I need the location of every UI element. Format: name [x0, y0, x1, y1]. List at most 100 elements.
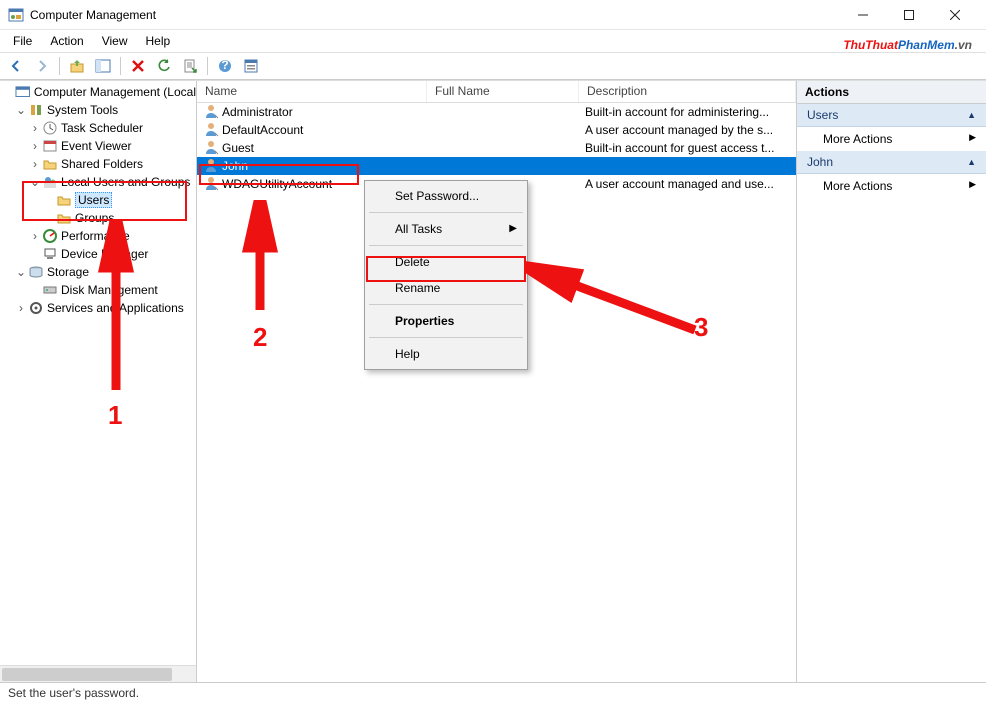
list-row[interactable]: Administrator Built-in account for admin… [197, 103, 796, 121]
tree-local-users-groups[interactable]: Local Users and Groups [61, 175, 190, 189]
tree-disk-management[interactable]: Disk Management [61, 283, 158, 297]
expander-icon[interactable] [2, 85, 15, 99]
actions-section-john[interactable]: John▲ [797, 151, 986, 174]
submenu-arrow-icon: ▶ [509, 223, 517, 234]
status-bar: Set the user's password. [0, 682, 986, 704]
tree-performance[interactable]: Performance [61, 229, 130, 243]
ctx-set-password[interactable]: Set Password... [367, 183, 525, 209]
folder-icon [56, 210, 72, 226]
close-button[interactable] [932, 0, 978, 30]
app-icon [8, 7, 24, 23]
menu-separator [369, 337, 523, 338]
up-button[interactable] [65, 55, 89, 77]
back-button[interactable] [4, 55, 28, 77]
tree-pane: Computer Management (Local System Tools … [0, 81, 197, 682]
column-header-name[interactable]: Name [197, 81, 427, 102]
user-icon [203, 157, 219, 176]
toolbar: ? [0, 52, 986, 80]
collapse-caret-icon: ▲ [967, 110, 976, 120]
expander-icon [28, 247, 42, 261]
list-header: Name Full Name Description [197, 81, 796, 103]
event-viewer-icon [42, 138, 58, 154]
user-icon [203, 139, 219, 158]
cell-name: WDAGUtilityAccount [222, 177, 332, 191]
expander-icon[interactable] [14, 265, 28, 279]
actions-header: Actions [797, 81, 986, 104]
expander-icon[interactable] [14, 103, 28, 117]
titlebar: Computer Management [0, 0, 986, 30]
performance-icon [42, 228, 58, 244]
menu-file[interactable]: File [6, 32, 39, 50]
list-pane: Name Full Name Description Administrator… [197, 81, 797, 682]
user-icon [203, 121, 219, 140]
folder-icon [56, 192, 72, 208]
tree-services-apps[interactable]: Services and Applications [47, 301, 184, 315]
tree-storage[interactable]: Storage [47, 265, 89, 279]
tree-system-tools[interactable]: System Tools [47, 103, 118, 117]
properties-button[interactable] [239, 55, 263, 77]
column-header-fullname[interactable]: Full Name [427, 81, 579, 102]
user-icon [203, 103, 219, 122]
menu-view[interactable]: View [95, 32, 135, 50]
tree-groups[interactable]: Groups [75, 211, 114, 225]
ctx-properties[interactable]: Properties [367, 308, 525, 334]
navigation-tree[interactable]: Computer Management (Local System Tools … [0, 83, 196, 317]
task-scheduler-icon [42, 120, 58, 136]
action-more-users[interactable]: More Actions▶ [797, 127, 986, 151]
action-more-john[interactable]: More Actions▶ [797, 174, 986, 198]
expander-icon[interactable] [28, 139, 42, 153]
menu-separator [369, 304, 523, 305]
expander-icon[interactable] [28, 157, 42, 171]
menu-separator [369, 245, 523, 246]
expander-icon[interactable] [28, 121, 42, 135]
computer-management-icon [15, 84, 30, 100]
tree-task-scheduler[interactable]: Task Scheduler [61, 121, 143, 135]
cell-description: Built-in account for administering... [579, 105, 796, 119]
horizontal-scrollbar[interactable] [0, 665, 196, 682]
user-icon [203, 175, 219, 194]
cell-name: DefaultAccount [222, 123, 303, 137]
tree-users[interactable]: Users [75, 192, 112, 208]
tree-device-manager[interactable]: Device Manager [61, 247, 148, 261]
cell-name: Guest [222, 141, 254, 155]
collapse-caret-icon: ▲ [967, 157, 976, 167]
context-menu: Set Password... All Tasks▶ Delete Rename… [364, 180, 528, 370]
local-users-groups-icon [42, 174, 58, 190]
column-header-description[interactable]: Description [579, 81, 796, 102]
main-region: Computer Management (Local System Tools … [0, 80, 986, 682]
ctx-help[interactable]: Help [367, 341, 525, 367]
tree-event-viewer[interactable]: Event Viewer [61, 139, 131, 153]
show-hide-tree-button[interactable] [91, 55, 115, 77]
menu-action[interactable]: Action [43, 32, 90, 50]
menu-help[interactable]: Help [139, 32, 178, 50]
minimize-button[interactable] [840, 0, 886, 30]
ctx-delete[interactable]: Delete [367, 249, 525, 275]
expander-icon[interactable] [28, 175, 42, 189]
system-tools-icon [28, 102, 44, 118]
maximize-button[interactable] [886, 0, 932, 30]
expander-icon[interactable] [28, 229, 42, 243]
list-row[interactable]: DefaultAccount A user account managed by… [197, 121, 796, 139]
tree-root[interactable]: Computer Management (Local [34, 85, 196, 99]
actions-section-users[interactable]: Users▲ [797, 104, 986, 127]
device-manager-icon [42, 246, 58, 262]
cell-name: Administrator [222, 105, 293, 119]
export-button[interactable] [178, 55, 202, 77]
delete-button[interactable] [126, 55, 150, 77]
services-apps-icon [28, 300, 44, 316]
actions-pane: Actions Users▲ More Actions▶ John▲ More … [797, 81, 986, 682]
expander-icon[interactable] [14, 301, 28, 315]
list-row-selected[interactable]: John [197, 157, 796, 175]
refresh-button[interactable] [152, 55, 176, 77]
help-button[interactable]: ? [213, 55, 237, 77]
expander-icon [42, 193, 56, 207]
disk-management-icon [42, 282, 58, 298]
menubar: File Action View Help [0, 30, 986, 52]
list-row[interactable]: Guest Built-in account for guest access … [197, 139, 796, 157]
ctx-rename[interactable]: Rename [367, 275, 525, 301]
window-title: Computer Management [30, 8, 156, 22]
forward-button[interactable] [30, 55, 54, 77]
tree-shared-folders[interactable]: Shared Folders [61, 157, 143, 171]
storage-icon [28, 264, 44, 280]
ctx-all-tasks[interactable]: All Tasks▶ [367, 216, 525, 242]
